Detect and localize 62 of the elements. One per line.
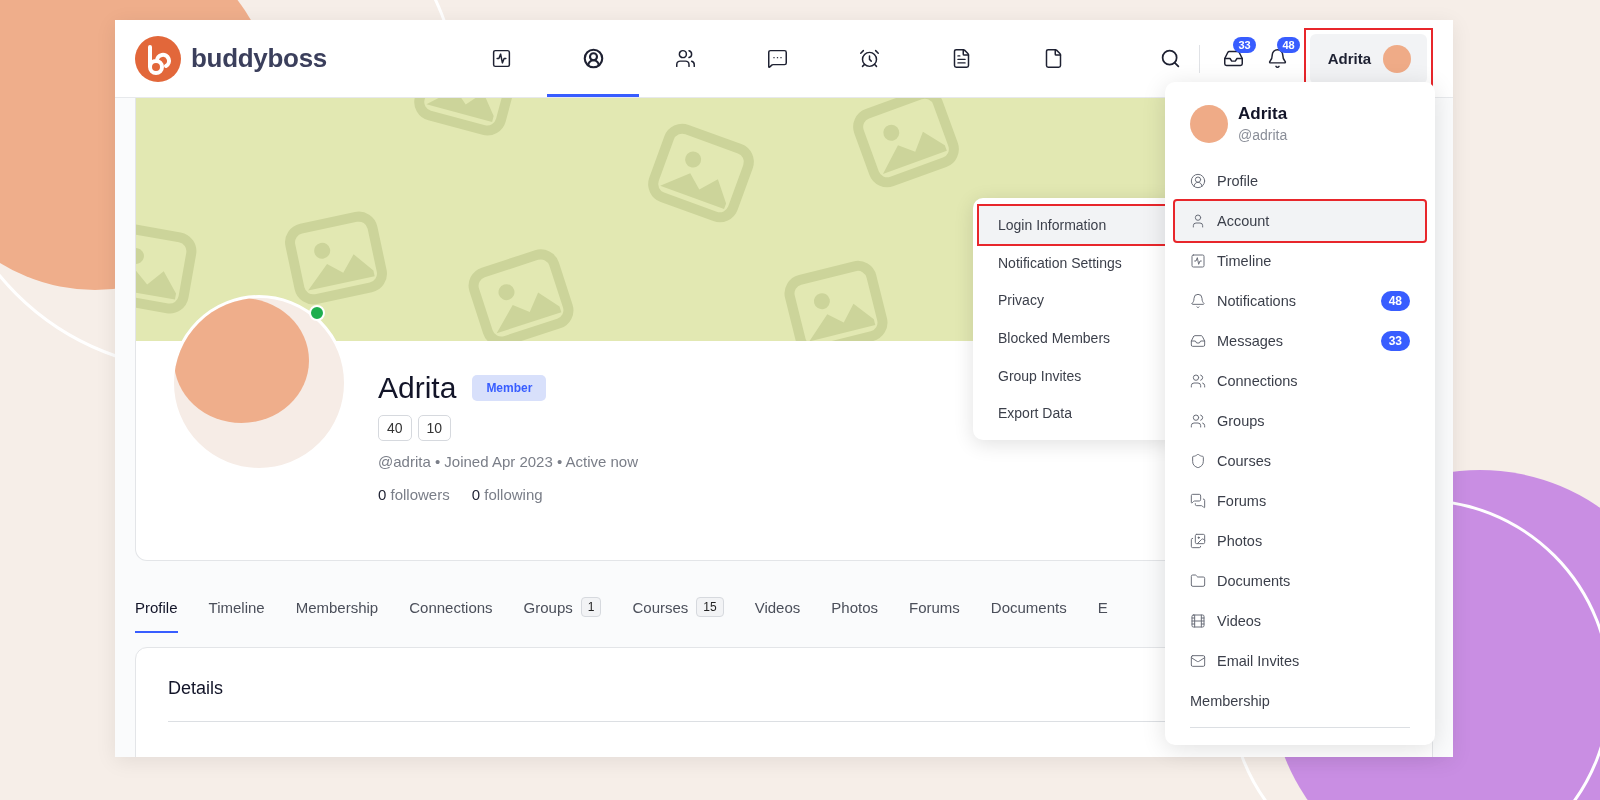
profile-tab[interactable]: Timeline — [208, 593, 265, 633]
submenu-item[interactable]: Blocked Members — [979, 319, 1169, 357]
menu-item[interactable]: Courses — [1175, 441, 1425, 481]
profile-tab[interactable]: Membership — [295, 593, 379, 633]
profile-tab[interactable]: Videos — [754, 593, 801, 633]
menu-item-label: Photos — [1217, 533, 1263, 549]
menu-item-label: Documents — [1217, 573, 1291, 589]
notification-count: 48 — [1277, 36, 1300, 53]
menu-item-label: Messages — [1217, 333, 1284, 349]
menu-item[interactable]: Notifications 48 — [1175, 281, 1425, 321]
menu-item-label: Courses — [1217, 453, 1271, 469]
menu-item-label: Notifications — [1217, 293, 1296, 309]
menu-item[interactable]: Photos — [1175, 521, 1425, 561]
menu-item[interactable]: Timeline — [1175, 241, 1425, 281]
menu-count: 33 — [1380, 331, 1410, 351]
menu-item[interactable]: Email Invites — [1175, 641, 1425, 681]
menu-item[interactable]: Profile — [1175, 161, 1425, 201]
profile-tab[interactable]: Profile — [135, 593, 178, 633]
menu-item-label: Membership — [1190, 693, 1270, 709]
profile-tab[interactable]: E — [1097, 593, 1108, 633]
profile-tab[interactable]: Documents — [990, 593, 1067, 633]
submenu-item[interactable]: Export Data — [979, 394, 1169, 433]
profile-count: 40 — [378, 415, 412, 441]
member-badge: Member — [472, 375, 547, 401]
tab-count: 15 — [696, 597, 724, 617]
inbox-button[interactable]: 33 — [1211, 36, 1256, 81]
menu-count: 48 — [1380, 291, 1410, 311]
menu-item-label: Account — [1217, 213, 1270, 229]
menu-item[interactable]: Groups — [1175, 401, 1425, 441]
profile-count: 10 — [417, 415, 452, 441]
profile-tab[interactable]: Connections — [409, 593, 493, 633]
menu-item[interactable]: Account — [1175, 201, 1425, 241]
menu-item[interactable]: Messages 33 — [1175, 321, 1425, 361]
inbox-count: 33 — [1233, 36, 1256, 53]
profile-tab[interactable]: Courses 15 — [632, 593, 724, 633]
menu-item-label: Forums — [1217, 493, 1267, 509]
user-menu-button[interactable]: Adrita — [1309, 33, 1427, 84]
menu-item-label: Groups — [1217, 413, 1265, 429]
menu-item[interactable]: Connections — [1175, 361, 1425, 401]
menu-item-label: Profile — [1217, 173, 1259, 189]
profile-tab[interactable]: Photos — [831, 593, 878, 633]
notifications-button[interactable]: 48 — [1255, 36, 1300, 81]
profile-meta: @adrita • Joined Apr 2023 • Active now — [378, 453, 639, 470]
logo-text: buddyboss — [191, 43, 327, 74]
menu-item-label: Email Invites — [1217, 653, 1300, 669]
menu-user-name: Adrita — [1238, 104, 1288, 124]
menu-item-label: Timeline — [1217, 253, 1272, 269]
followers-link[interactable]: 0 followers — [378, 486, 450, 503]
profile-tab[interactable]: Forums — [909, 593, 960, 633]
menu-item[interactable]: Forums — [1175, 481, 1425, 521]
profile-name: Adrita — [378, 371, 457, 405]
menu-item-label: Connections — [1217, 373, 1298, 389]
profile-tab[interactable]: Groups 1 — [523, 593, 602, 633]
tab-count: 1 — [580, 597, 602, 617]
submenu-item[interactable]: Privacy — [979, 281, 1169, 320]
submenu-item[interactable]: Notification Settings — [979, 243, 1169, 282]
submenu-item[interactable]: Group Invites — [979, 356, 1169, 395]
menu-user-handle: @adrita — [1238, 127, 1288, 143]
menu-item[interactable]: Documents — [1175, 561, 1425, 601]
menu-item[interactable]: Videos — [1175, 601, 1425, 641]
menu-item-label: Videos — [1217, 613, 1262, 629]
following-link[interactable]: 0 following — [471, 486, 543, 503]
